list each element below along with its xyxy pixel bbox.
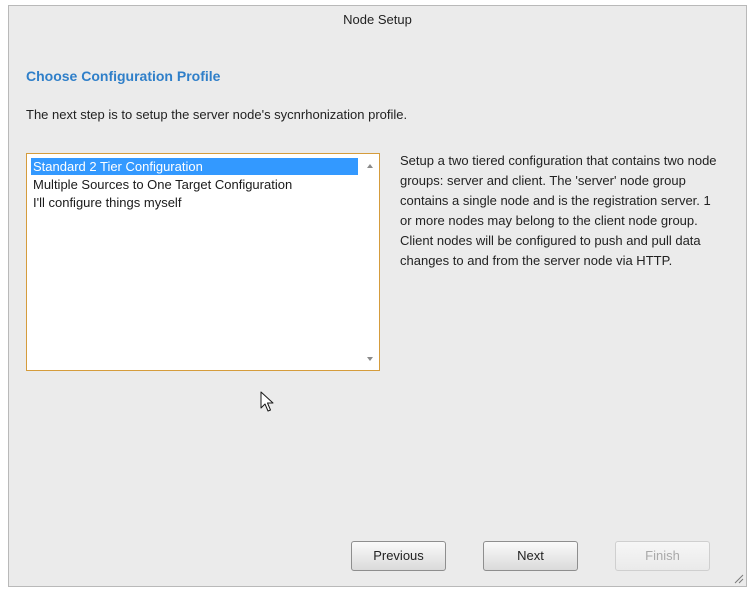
previous-button[interactable]: Previous: [351, 541, 446, 571]
window-title: Node Setup: [343, 12, 412, 27]
mouse-pointer-icon: [260, 391, 274, 412]
profile-item-multiple-sources[interactable]: Multiple Sources to One Target Configura…: [31, 176, 358, 193]
profile-listbox[interactable]: Standard 2 Tier Configuration Multiple S…: [26, 153, 380, 371]
profile-item-standard-2-tier[interactable]: Standard 2 Tier Configuration: [31, 158, 358, 175]
next-button[interactable]: Next: [483, 541, 578, 571]
finish-button[interactable]: Finish: [615, 541, 710, 571]
scroll-up-arrow-icon[interactable]: [367, 164, 373, 168]
resize-grip-icon[interactable]: [733, 573, 744, 584]
profile-item-configure-myself[interactable]: I'll configure things myself: [31, 194, 358, 211]
intro-text: The next step is to setup the server nod…: [26, 107, 408, 122]
node-setup-dialog: Node Setup Choose Configuration Profile …: [8, 5, 747, 587]
profile-description: Setup a two tiered configuration that co…: [400, 153, 717, 268]
scroll-down-arrow-icon[interactable]: [367, 357, 373, 361]
page-heading: Choose Configuration Profile: [26, 68, 221, 84]
listbox-scrollbar[interactable]: [363, 155, 378, 369]
